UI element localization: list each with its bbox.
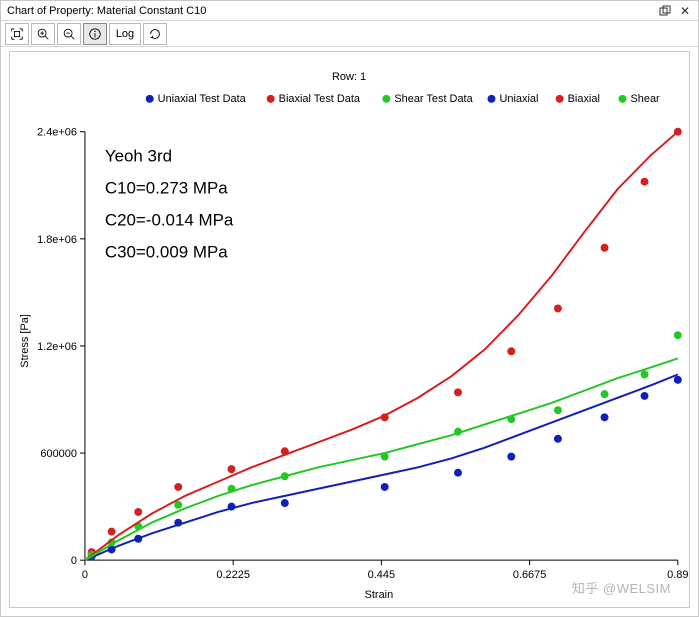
refresh-button[interactable] xyxy=(143,23,167,45)
xtick-label: 0.2225 xyxy=(216,569,250,581)
xtick-label: 0 xyxy=(82,569,88,581)
series-point xyxy=(641,392,649,400)
series-line xyxy=(85,358,678,560)
toolbar: Log xyxy=(1,21,698,47)
annotation-line4: C30=0.009 MPa xyxy=(105,242,228,261)
series-point xyxy=(281,499,289,507)
chart-subtitle: Row: 1 xyxy=(332,71,366,83)
series-point xyxy=(228,465,236,473)
series-point xyxy=(134,508,142,516)
ytick-label: 1.8e+06 xyxy=(37,234,77,246)
xlabel: Strain xyxy=(365,589,394,601)
zoom-in-button[interactable] xyxy=(31,23,55,45)
legend-marker xyxy=(556,95,564,103)
series-point xyxy=(674,331,682,339)
series-point xyxy=(601,390,609,398)
zoom-out-button[interactable] xyxy=(57,23,81,45)
watermark: 知乎 @WELSIM xyxy=(572,578,671,597)
panel-window: Chart of Property: Material Constant C10… xyxy=(0,0,699,617)
series-point xyxy=(507,453,515,461)
xtick-label: 0.445 xyxy=(368,569,395,581)
legend-label: Uniaxial xyxy=(499,93,538,105)
series-line xyxy=(85,375,678,561)
series-point xyxy=(174,483,182,491)
series-point xyxy=(381,483,389,491)
legend-label: Biaxial Test Data xyxy=(279,93,361,105)
undock-button[interactable] xyxy=(658,4,672,18)
zoom-out-icon xyxy=(62,27,76,41)
series-point xyxy=(601,413,609,421)
series-point xyxy=(641,178,649,186)
refresh-icon xyxy=(148,27,162,41)
series-point xyxy=(108,528,116,536)
chart-area[interactable]: 00.22250.4450.66750.8906000001.2e+061.8e… xyxy=(9,51,690,608)
legend-marker xyxy=(382,95,390,103)
legend-label: Shear Test Data xyxy=(394,93,473,105)
ylabel: Stress [Pa] xyxy=(19,314,31,368)
annotation-box: Yeoh 3rd C10=0.273 MPa C20=-0.014 MPa C3… xyxy=(105,147,234,262)
zoom-fit-icon xyxy=(10,27,24,41)
series-point xyxy=(674,376,682,384)
annotation-line2: C10=0.273 MPa xyxy=(105,178,228,197)
legend-marker xyxy=(267,95,275,103)
ytick-label: 2.4e+06 xyxy=(37,127,77,139)
legend-marker xyxy=(488,95,496,103)
series-point xyxy=(454,469,462,477)
xtick-label: 0.6675 xyxy=(513,569,547,581)
legend-label: Shear xyxy=(630,93,660,105)
log-label: Log xyxy=(116,28,134,40)
close-icon: ✕ xyxy=(680,4,690,18)
undock-icon xyxy=(659,5,671,17)
series-point xyxy=(507,347,515,355)
ytick-label: 1.2e+06 xyxy=(37,341,77,353)
series-point xyxy=(554,435,562,443)
ytick-label: 600000 xyxy=(40,448,77,460)
ytick-label: 0 xyxy=(71,555,77,567)
info-button[interactable] xyxy=(83,23,107,45)
series-point xyxy=(554,304,562,312)
window-control-buttons: ✕ xyxy=(658,4,692,18)
legend-label: Biaxial xyxy=(568,93,600,105)
legend-label: Uniaxial Test Data xyxy=(158,93,247,105)
info-icon xyxy=(88,27,102,41)
window-title: Chart of Property: Material Constant C10 xyxy=(7,5,206,17)
annotation-line3: C20=-0.014 MPa xyxy=(105,210,234,229)
log-scale-button[interactable]: Log xyxy=(109,23,141,45)
titlebar: Chart of Property: Material Constant C10… xyxy=(1,1,698,21)
zoom-in-icon xyxy=(36,27,50,41)
annotation-line1: Yeoh 3rd xyxy=(105,147,172,166)
series-point xyxy=(554,406,562,414)
legend: Uniaxial Test Data Biaxial Test Data Shear… xyxy=(146,93,660,105)
legend-marker xyxy=(146,95,154,103)
legend-marker xyxy=(619,95,627,103)
series-point xyxy=(641,371,649,379)
zoom-fit-button[interactable] xyxy=(5,23,29,45)
series-point xyxy=(601,244,609,252)
chart-canvas: 00.22250.4450.66750.8906000001.2e+061.8e… xyxy=(10,52,689,607)
close-button[interactable]: ✕ xyxy=(678,4,692,18)
series-point xyxy=(454,388,462,396)
